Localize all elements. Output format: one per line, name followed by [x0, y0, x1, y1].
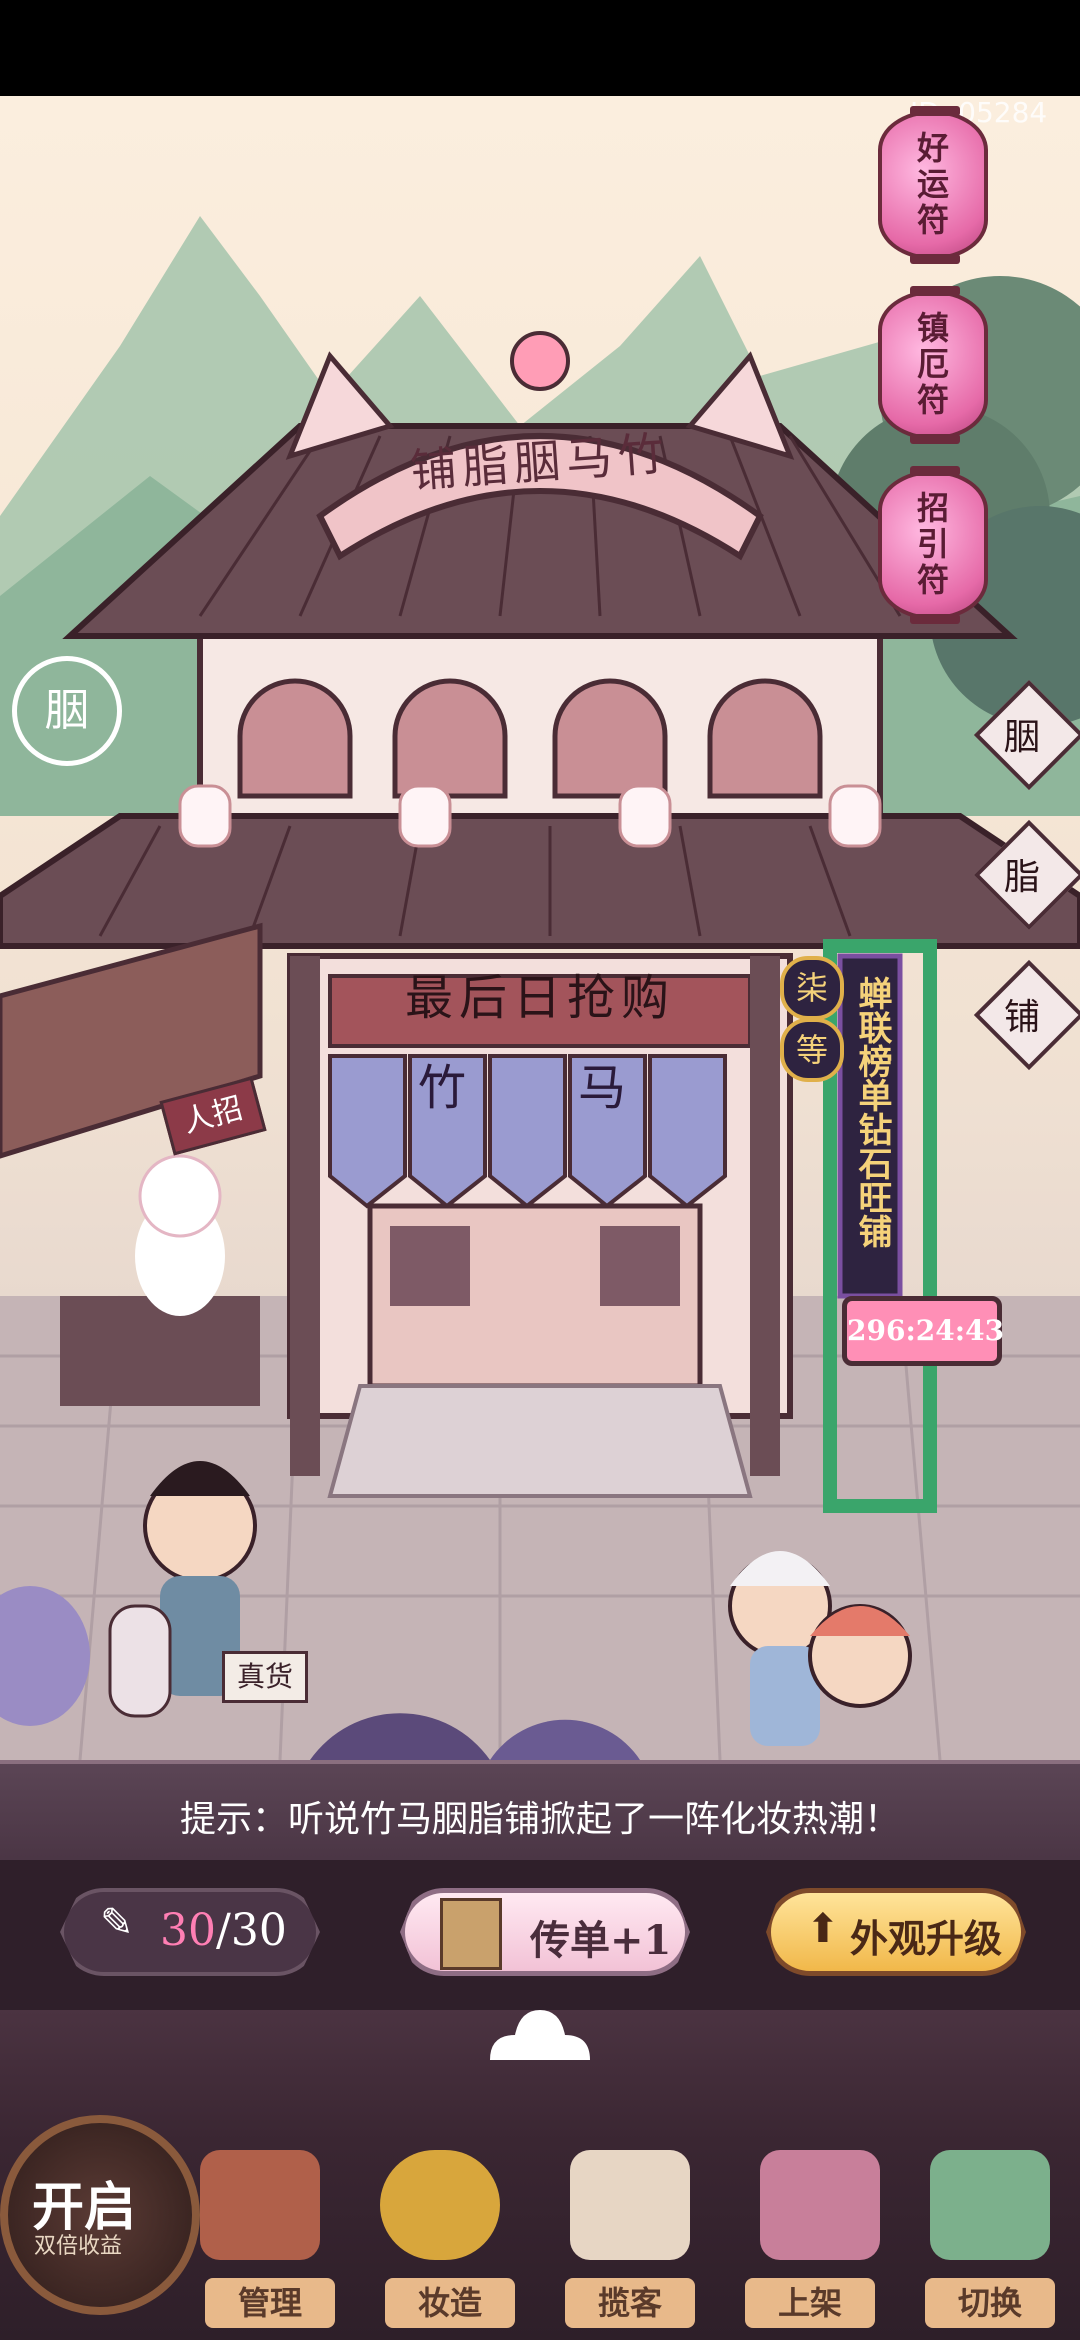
arrow-up-icon: ⬆	[806, 1906, 840, 1952]
status-bar	[0, 0, 1080, 96]
rank-badge-bottom: 等	[780, 1018, 844, 1082]
switch-icon[interactable]	[930, 2150, 1050, 2260]
brush-icon: ✎	[100, 1900, 134, 1946]
flag-3-label: 铺	[1004, 997, 1041, 1038]
lantern-luck[interactable]: 好运符	[878, 106, 988, 264]
countdown-timer: 296:24:43	[842, 1296, 1004, 1366]
curtain-text-2: 马	[578, 1060, 627, 1116]
game-scene[interactable]: ID: 05284 铺脂胭马竹 胭 最后日抢购 竹 马 人招 真货 好运符 镇厄…	[0, 96, 1080, 1760]
lantern-ward[interactable]: 镇厄符	[878, 286, 988, 444]
lantern-ward-label: 镇厄符	[916, 309, 949, 419]
shelf-icon[interactable]	[760, 2150, 880, 2260]
promo-banner: 最后日抢购	[404, 970, 675, 1026]
nav-shelf[interactable]: 上架	[745, 2278, 875, 2328]
rank-board[interactable]: 蝉联榜单钻石旺铺	[848, 976, 892, 1248]
hint-text: 提示：听说竹马胭脂铺掀起了一阵化妆热潮！	[179, 1799, 900, 1840]
nav-solicit[interactable]: 揽客	[565, 2278, 695, 2328]
lantern-attract-label: 招引符	[916, 489, 949, 599]
goods-sign: 真货	[222, 1651, 308, 1703]
shop-emblem: 胭	[12, 656, 122, 766]
nav-makeup[interactable]: 妆造	[385, 2278, 515, 2328]
manage-icon[interactable]	[200, 2150, 320, 2260]
flyer-button-label: 传单+1	[530, 1917, 672, 1964]
double-income-sublabel: 双倍收益	[34, 2234, 123, 2259]
flag-2-label: 脂	[1004, 857, 1041, 898]
expand-cloud-button[interactable]	[480, 2000, 600, 2080]
rank-badge-top: 柒	[780, 956, 844, 1020]
solicit-icon[interactable]	[570, 2150, 690, 2260]
energy-max: 30	[230, 1905, 287, 1956]
makeup-icon[interactable]	[380, 2150, 500, 2260]
nav-switch[interactable]: 切换	[925, 2278, 1055, 2328]
flag-1-label: 胭	[1004, 717, 1041, 758]
nav-manage[interactable]: 管理	[205, 2278, 335, 2328]
lantern-luck-label: 好运符	[916, 129, 949, 239]
lantern-attract[interactable]: 招引符	[878, 466, 988, 624]
energy-current: 30	[160, 1905, 216, 1956]
energy-sep: /	[216, 1905, 231, 1956]
energy-counter-text: 30/30	[160, 1905, 287, 1956]
flyer-icon	[440, 1898, 502, 1970]
upgrade-appearance-label: 外观升级	[850, 1916, 1003, 1961]
curtain-text-1: 竹	[418, 1060, 467, 1116]
